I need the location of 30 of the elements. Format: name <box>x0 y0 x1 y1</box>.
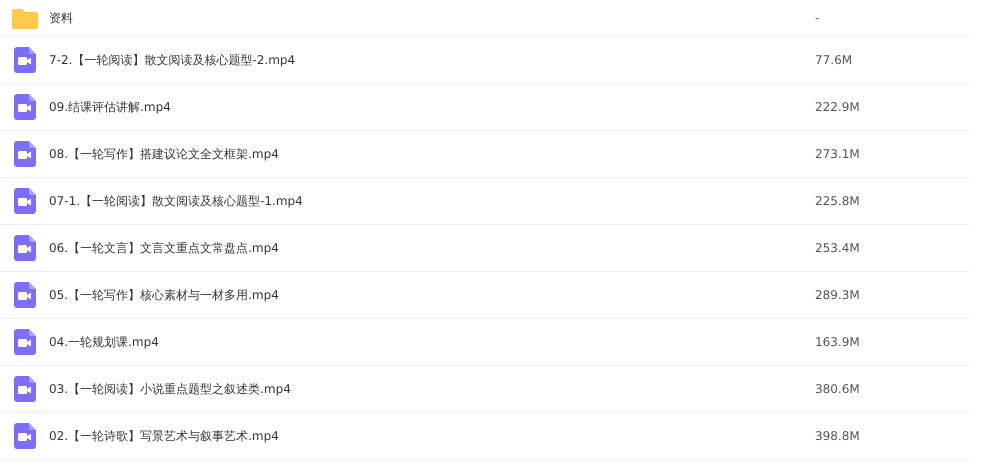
video-file-icon <box>14 423 36 449</box>
file-size: 273.1M <box>815 147 860 161</box>
file-size: 222.9M <box>815 100 860 114</box>
file-size: 253.4M <box>815 241 860 255</box>
file-size: - <box>815 11 820 25</box>
file-name[interactable]: 08.【一轮写作】搭建议论文全文框架.mp4 <box>49 146 815 162</box>
file-name[interactable]: 07-1.【一轮阅读】散文阅读及核心题型-1.mp4 <box>49 192 815 210</box>
video-file-icon <box>14 282 36 308</box>
file-size: 225.8M <box>815 194 860 208</box>
file-name[interactable]: 03.【一轮阅读】小说重点题型之叙述类.mp4 <box>49 380 815 398</box>
file-name[interactable]: 7-2.【一轮阅读】散文阅读及核心题型-2.mp4 <box>49 52 815 68</box>
file-name[interactable]: 资料 <box>49 10 815 26</box>
file-name[interactable]: 06.【一轮文言】文言文重点文常盘点.mp4 <box>49 240 815 256</box>
video-file-icon <box>14 141 36 167</box>
file-size: 163.9M <box>815 335 860 349</box>
file-size: 398.8M <box>815 429 860 443</box>
file-name[interactable]: 02.【一轮诗歌】写景艺术与叙事艺术.mp4 <box>49 428 815 444</box>
video-file-icon <box>14 235 36 261</box>
video-file-icon <box>14 94 36 120</box>
video-file-icon <box>14 329 36 355</box>
video-file-icon <box>14 376 36 402</box>
file-size: 289.3M <box>815 288 860 302</box>
file-size: 380.6M <box>815 382 860 396</box>
file-name[interactable]: 04.一轮规划课.mp4 <box>49 334 815 350</box>
file-name[interactable]: 05.【一轮写作】核心素材与一材多用.mp4 <box>49 286 815 304</box>
video-file-icon <box>14 47 36 73</box>
file-name[interactable]: 09.结课评估讲解.mp4 <box>49 98 815 116</box>
video-file-icon <box>14 188 36 214</box>
folder-icon <box>12 7 38 29</box>
file-size: 77.6M <box>815 53 852 67</box>
